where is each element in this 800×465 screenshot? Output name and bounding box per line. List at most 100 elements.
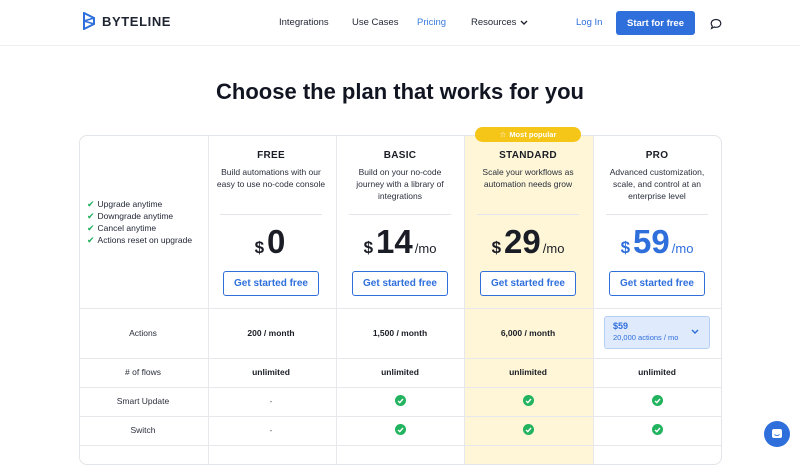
nav-resources[interactable]: Resources — [471, 17, 528, 28]
plan-name: BASIC — [383, 150, 417, 161]
row-divider — [80, 387, 721, 388]
smart-update-standard — [464, 395, 592, 406]
flows-free: unlimited — [252, 367, 290, 377]
plan-price: $ 29 /mo — [464, 225, 592, 261]
check-circle-icon — [522, 424, 534, 435]
get-started-free-button[interactable]: Get started free — [223, 271, 319, 296]
most-popular-badge: ☆ Most popular — [475, 127, 581, 142]
feature-item: ✔ Cancel anytime — [87, 222, 192, 234]
checkmark-icon: ✔ — [87, 223, 95, 233]
check-circle-icon — [394, 424, 406, 435]
plan-price: $ 14 /mo — [336, 225, 464, 261]
price-amount: 14 — [376, 223, 413, 260]
nav-use-cases[interactable]: Use Cases — [352, 17, 398, 28]
checkmark-icon: ✔ — [87, 211, 95, 221]
nav-integrations[interactable]: Integrations — [279, 17, 329, 28]
row-label-flows: # of flows — [125, 367, 161, 377]
row-label-actions: Actions — [129, 328, 157, 338]
checkmark-icon: ✔ — [87, 199, 95, 209]
get-started-free-button[interactable]: Get started free — [480, 271, 576, 296]
actions-basic: 1,500 / month — [372, 328, 428, 338]
plan-pro: PRO Advanced customization, scale, and c… — [593, 150, 721, 296]
plan-features-list: ✔ Upgrade anytime ✔ Downgrade anytime ✔ Can… — [87, 198, 192, 246]
get-started-free-button[interactable]: Get started free — [352, 271, 448, 296]
most-popular-label: Most popular — [509, 130, 557, 139]
check-circle-icon — [394, 395, 406, 406]
chevron-down-icon — [691, 329, 699, 334]
brand-name: BYTELINE — [102, 13, 172, 29]
flows-basic: unlimited — [381, 367, 419, 377]
plan-separator — [606, 214, 708, 215]
plan-name: PRO — [645, 150, 669, 161]
plan-name: STANDARD — [499, 150, 557, 161]
plan-standard: STANDARD Scale your workflows as automat… — [464, 150, 592, 296]
page-title: Choose the plan that works for you — [216, 79, 584, 104]
plan-description: Scale your workflows as automation needs… — [482, 167, 574, 189]
nav-pricing[interactable]: Pricing — [417, 17, 446, 28]
chat-icon — [772, 429, 782, 438]
switch-free: - — [269, 425, 273, 435]
plan-separator — [477, 214, 579, 215]
nav-resources-label: Resources — [471, 17, 517, 28]
flows-standard: unlimited — [509, 367, 547, 377]
checkmark-icon: ✔ — [87, 235, 95, 245]
price-currency: $ — [363, 238, 374, 257]
switch-standard — [464, 424, 592, 435]
plan-separator — [220, 214, 322, 215]
feature-item: ✔ Upgrade anytime — [87, 198, 192, 210]
row-label-smart-update: Smart Update — [116, 396, 170, 406]
feature-label: Cancel anytime — [97, 223, 157, 233]
plan-price: $ 59 /mo — [593, 225, 721, 261]
feature-label: Upgrade anytime — [97, 199, 163, 209]
price-amount: 29 — [504, 223, 541, 260]
feature-item: ✔ Actions reset on upgrade — [87, 234, 192, 246]
price-currency: $ — [254, 238, 265, 257]
check-circle-icon — [651, 424, 663, 435]
price-amount: 59 — [633, 223, 670, 260]
login-link[interactable]: Log In — [576, 17, 602, 28]
row-divider — [80, 308, 721, 309]
help-chat-button[interactable] — [764, 421, 790, 447]
price-period: /mo — [414, 241, 437, 256]
plan-price: $ 0 — [207, 225, 335, 261]
price-currency: $ — [491, 238, 502, 257]
start-for-free-button[interactable]: Start for free — [616, 11, 695, 35]
plan-free: FREE Build automations with our easy to … — [207, 150, 335, 296]
switch-basic — [336, 424, 464, 435]
chevron-down-icon — [520, 20, 528, 25]
select-value: $59 — [613, 321, 629, 331]
actions-free: 200 / month — [247, 328, 295, 338]
price-amount: 0 — [267, 223, 286, 260]
switch-pro — [593, 424, 721, 435]
top-nav: BYTELINE Integrations Use Cases Pricing … — [0, 0, 800, 46]
feature-item: ✔ Downgrade anytime — [87, 210, 192, 222]
plan-description: Build on your no-code journey with a lib… — [356, 167, 444, 201]
plan-description: Advanced customization, scale, and contr… — [609, 167, 705, 201]
plan-basic: BASIC Build on your no-code journey with… — [336, 150, 464, 296]
smart-update-basic — [336, 395, 464, 406]
smart-update-pro — [593, 395, 721, 406]
row-divider — [80, 358, 721, 359]
flows-pro: unlimited — [638, 367, 676, 377]
star-icon: ☆ — [499, 130, 507, 139]
chat-bubble-icon[interactable] — [710, 17, 722, 35]
row-divider — [80, 416, 721, 417]
plan-name: FREE — [257, 150, 285, 161]
smart-update-free: - — [269, 396, 273, 406]
row-divider — [80, 445, 721, 446]
brand-logo[interactable]: BYTELINE — [82, 12, 171, 30]
row-label-switch: Switch — [130, 425, 156, 435]
plan-separator — [349, 214, 451, 215]
pro-actions-select[interactable]: $59 20,000 actions / mo — [604, 316, 710, 349]
plan-description: Build automations with our easy to use n… — [216, 167, 326, 189]
price-currency: $ — [620, 238, 631, 257]
get-started-free-button[interactable]: Get started free — [609, 271, 705, 296]
actions-standard: 6,000 / month — [500, 328, 556, 338]
price-period: /mo — [542, 241, 565, 256]
feature-label: Actions reset on upgrade — [97, 235, 193, 245]
check-circle-icon — [651, 395, 663, 406]
price-period: /mo — [671, 241, 694, 256]
feature-label: Downgrade anytime — [97, 211, 174, 221]
select-subtext: 20,000 actions / mo — [613, 333, 679, 342]
byteline-logo-icon — [83, 12, 95, 30]
